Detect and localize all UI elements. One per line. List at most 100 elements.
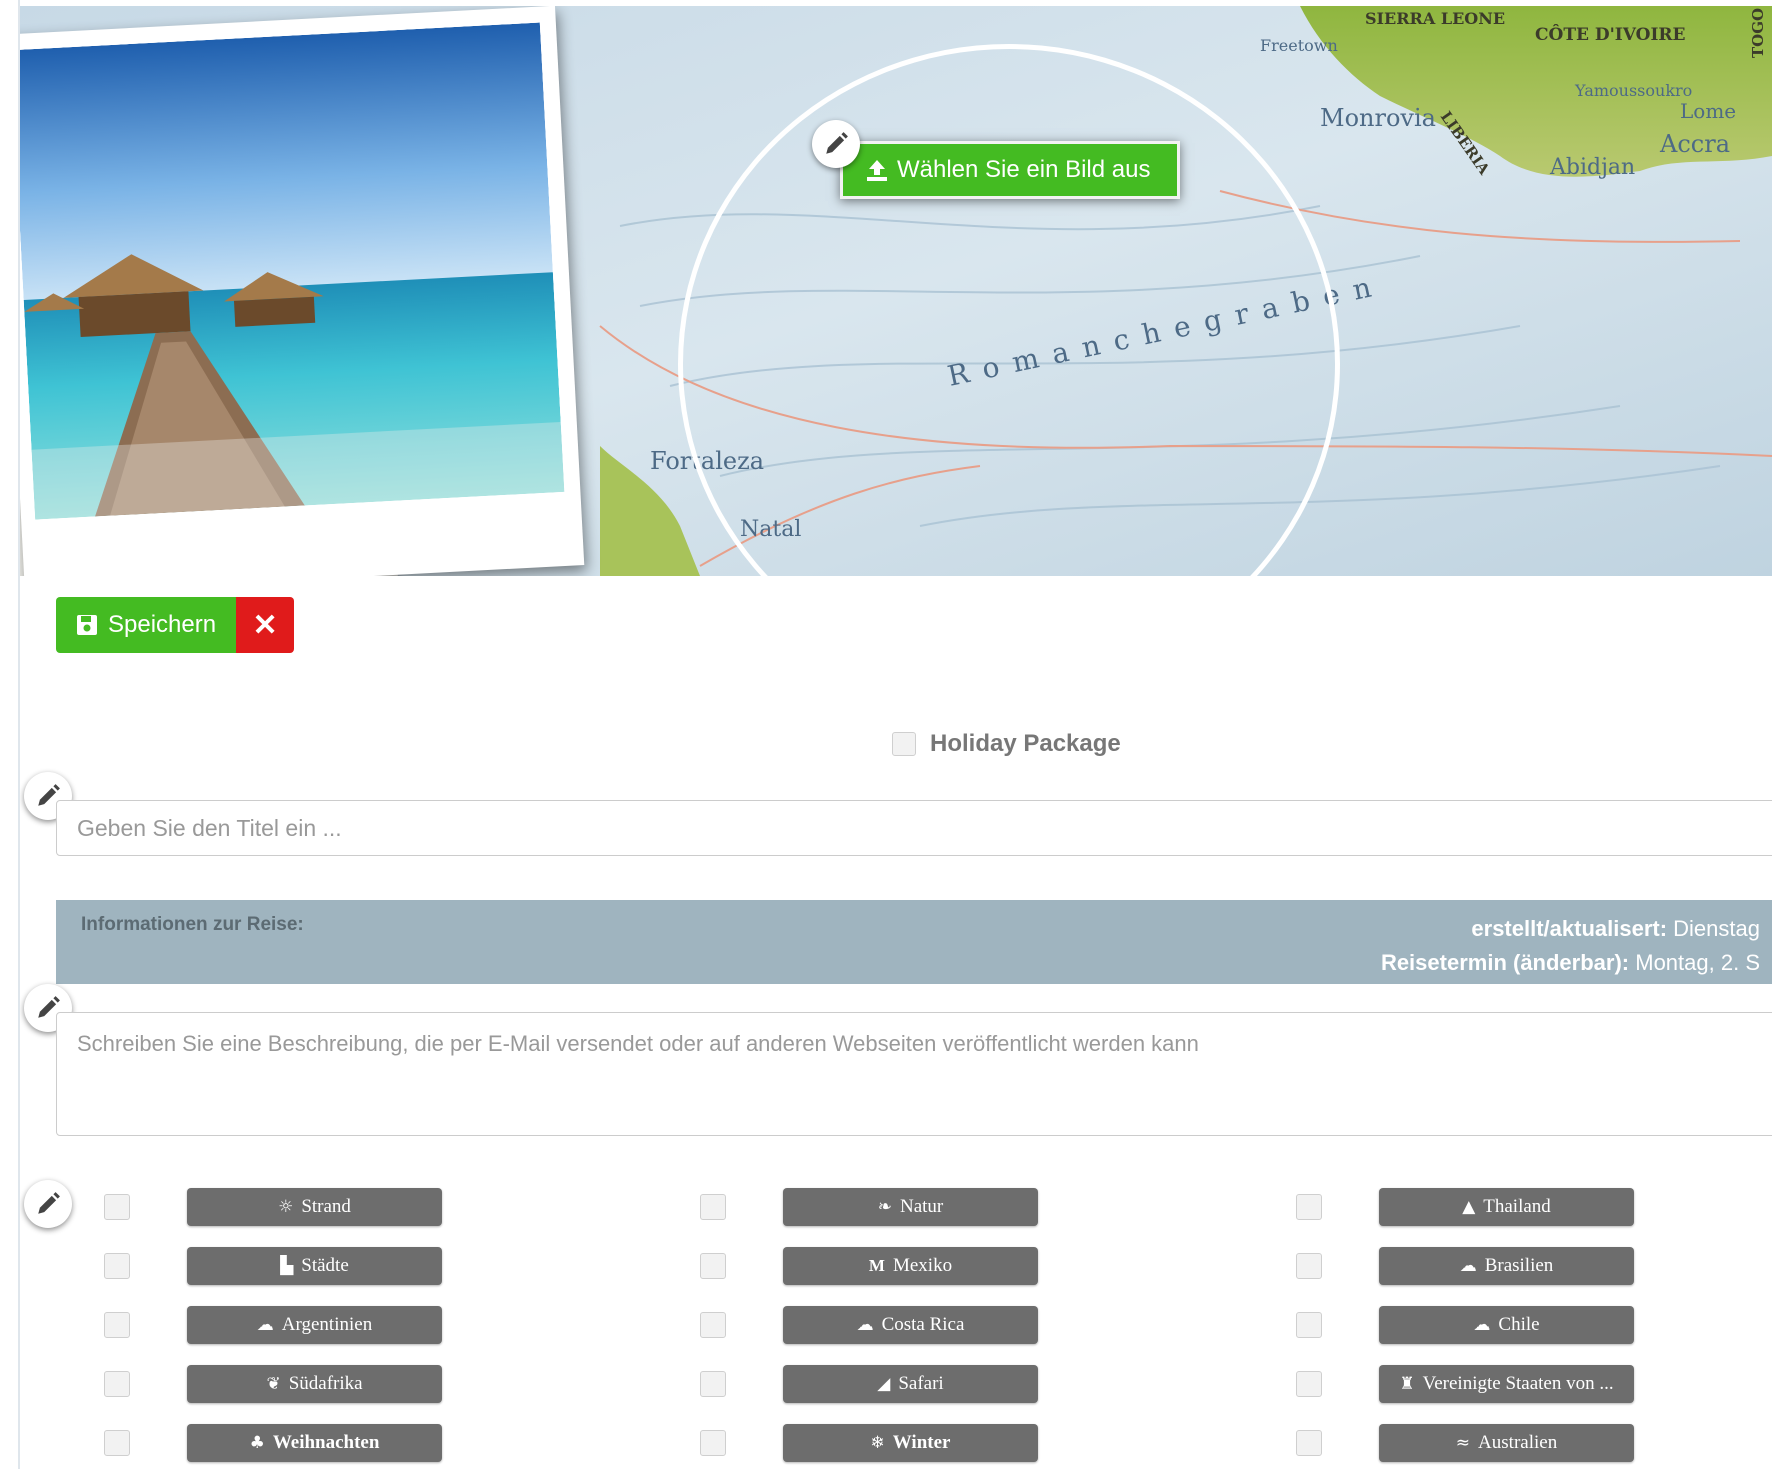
leaf-icon: ❧ <box>877 1197 892 1217</box>
tag-checkbox[interactable] <box>700 1194 726 1220</box>
edit-image-pencil-icon[interactable] <box>812 120 860 168</box>
tag-label: Mexiko <box>892 1255 953 1276</box>
close-icon: ✕ <box>252 608 278 642</box>
tag-label: Safari <box>898 1373 944 1394</box>
tag-button[interactable]: ♣ Weihnachten <box>187 1424 442 1462</box>
travel-date-value[interactable]: Montag, 2. S <box>1635 950 1760 975</box>
map-label-monrovia: Monrovia <box>1320 104 1436 132</box>
tag-checkbox[interactable] <box>700 1312 726 1338</box>
tag-checkbox[interactable] <box>104 1194 130 1220</box>
tag-label: Vereinigte Staaten von ... <box>1422 1373 1614 1394</box>
trip-info-label: Informationen zur Reise: <box>81 914 304 935</box>
tag-label: Australien <box>1478 1432 1558 1453</box>
tag-item: ❧ Natur <box>700 1188 1038 1226</box>
tag-checkbox[interactable] <box>104 1253 130 1279</box>
choose-image-button[interactable]: Wählen Sie ein Bild aus <box>840 141 1180 199</box>
map-label-abidjan: Abidjan <box>1549 155 1635 180</box>
tag-button[interactable]: ☁ Chile <box>1379 1306 1634 1344</box>
tag-label: Strand <box>301 1196 351 1217</box>
pencil-icon <box>38 1192 60 1214</box>
cloud-icon: ☁ <box>1459 1256 1477 1276</box>
tag-checkbox[interactable] <box>700 1371 726 1397</box>
tag-button[interactable]: ❧ Natur <box>783 1188 1038 1226</box>
tag-label: Natur <box>899 1196 944 1217</box>
tag-item: M Mexiko <box>700 1247 1038 1285</box>
title-input[interactable] <box>56 800 1772 856</box>
cancel-button[interactable]: ✕ <box>236 597 295 653</box>
tag-checkbox[interactable] <box>700 1253 726 1279</box>
created-value: Dienstag <box>1673 916 1760 941</box>
map-label-yamoussoukro: Yamoussoukro <box>1574 81 1692 100</box>
statue-icon: ♜ <box>1399 1374 1415 1394</box>
tag-checkbox[interactable] <box>104 1371 130 1397</box>
tag-item: ▲ Thailand <box>1296 1188 1634 1226</box>
tag-item: ☁ Chile <box>1296 1306 1634 1344</box>
tag-button[interactable]: ☼ Strand <box>187 1188 442 1226</box>
trip-info-dates: erstellt/aktualisert: Dienstag Reiseterm… <box>1381 912 1760 980</box>
map-label-cote-divoire: CÔTE D'IVOIRE <box>1535 24 1686 45</box>
save-button[interactable]: Speichern <box>56 597 237 653</box>
travel-date-row[interactable]: Reisetermin (änderbar): Montag, 2. S <box>1381 946 1760 980</box>
tag-checkbox[interactable] <box>1296 1371 1322 1397</box>
map-label-lome: Lome <box>1680 99 1736 123</box>
map-label-accra: Accra <box>1659 130 1730 158</box>
tag-button[interactable]: ☁ Brasilien <box>1379 1247 1634 1285</box>
tag-button[interactable]: ☁ Argentinien <box>187 1306 442 1344</box>
save-label: Speichern <box>108 611 217 638</box>
tag-checkbox[interactable] <box>104 1312 130 1338</box>
tag-checkbox[interactable] <box>700 1430 726 1456</box>
tag-button[interactable]: ▲ Thailand <box>1379 1188 1634 1226</box>
travel-date-label: Reisetermin (änderbar): <box>1380 950 1630 975</box>
beach-scene <box>20 22 565 520</box>
tag-button[interactable]: ◢ Safari <box>783 1365 1038 1403</box>
tag-label: Brasilien <box>1484 1255 1554 1276</box>
tent-icon: ◢ <box>877 1374 891 1394</box>
tag-label: Argentinien <box>281 1314 373 1335</box>
map-label-freetown: Freetown <box>1260 36 1338 55</box>
tag-item: ♜ Vereinigte Staaten von ... <box>1296 1365 1634 1403</box>
pencil-icon <box>826 132 848 154</box>
tag-label: Südafrika <box>288 1373 363 1394</box>
tag-button[interactable]: ♜ Vereinigte Staaten von ... <box>1379 1365 1634 1403</box>
tag-button[interactable]: ≈ Australien <box>1379 1424 1634 1462</box>
tag-button[interactable]: ❄ Winter <box>783 1424 1038 1462</box>
tag-item: ♣ Weihnachten <box>104 1424 442 1462</box>
tree-icon: ♣ <box>249 1433 265 1453</box>
tag-button[interactable]: ❦ Südafrika <box>187 1365 442 1403</box>
pepper-icon: ❦ <box>266 1374 281 1394</box>
holiday-package-checkbox[interactable] <box>892 732 916 756</box>
tag-button[interactable]: ☁ Costa Rica <box>783 1306 1038 1344</box>
edit-tags-pencil-icon[interactable] <box>24 1180 72 1228</box>
tag-label: Winter <box>892 1432 951 1453</box>
tag-checkbox[interactable] <box>1296 1194 1322 1220</box>
trip-info-bar: Informationen zur Reise: erstellt/aktual… <box>56 900 1772 984</box>
tag-item: ☁ Brasilien <box>1296 1247 1634 1285</box>
tag-checkbox[interactable] <box>1296 1312 1322 1338</box>
map-label-sierra-leone: SIERRA LEONE <box>1365 9 1505 28</box>
tag-item: ☼ Strand <box>104 1188 442 1226</box>
city-icon: ▙ <box>280 1256 294 1276</box>
tag-label: Thailand <box>1483 1196 1551 1217</box>
cloud-icon: ☁ <box>856 1315 874 1335</box>
map-label-togo: TOGO <box>1749 8 1767 58</box>
beach-photo <box>20 6 585 576</box>
sun-icon: ☼ <box>278 1197 294 1217</box>
tag-item: ☁ Argentinien <box>104 1306 442 1344</box>
tag-label: Chile <box>1498 1314 1540 1335</box>
kangaroo-icon: ≈ <box>1455 1433 1471 1453</box>
cloud-icon: ☁ <box>256 1315 274 1335</box>
tag-button[interactable]: M Mexiko <box>783 1247 1038 1285</box>
save-cancel-group: Speichern ✕ <box>56 597 295 653</box>
holiday-package-option: Holiday Package <box>892 730 1121 758</box>
tag-checkbox[interactable] <box>104 1430 130 1456</box>
created-row: erstellt/aktualisert: Dienstag <box>1381 912 1760 946</box>
tag-button[interactable]: ▙ Städte <box>187 1247 442 1285</box>
tag-item: ≈ Australien <box>1296 1424 1634 1462</box>
tag-checkbox[interactable] <box>1296 1253 1322 1279</box>
tag-item: ▙ Städte <box>104 1247 442 1285</box>
holiday-package-label: Holiday Package <box>930 730 1121 757</box>
tag-item: ☁ Costa Rica <box>700 1306 1038 1344</box>
tag-checkbox[interactable] <box>1296 1430 1322 1456</box>
description-textarea[interactable] <box>56 1012 1772 1136</box>
choose-image-label: Wählen Sie ein Bild aus <box>897 156 1151 183</box>
